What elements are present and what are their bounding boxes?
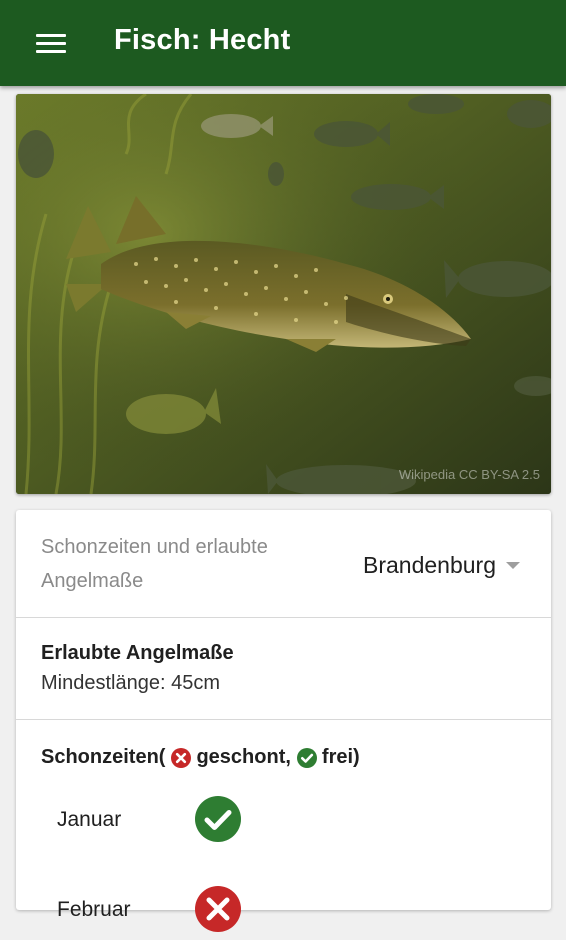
closed-x-icon bbox=[195, 886, 241, 932]
photo-credit: Wikipedia CC BY-SA 2.5 bbox=[398, 467, 540, 482]
regulations-card: Schonzeiten und erlaubte Angelmaße Brand… bbox=[16, 510, 551, 910]
fish-photo: Wikipedia CC BY-SA 2.5 bbox=[16, 94, 551, 494]
app-bar: Fisch: Hecht bbox=[0, 0, 566, 86]
region-value: Brandenburg bbox=[363, 551, 496, 578]
free-label: frei) bbox=[321, 746, 360, 768]
closed-title-prefix: Schonzeiten( bbox=[41, 746, 166, 768]
pike-image bbox=[16, 94, 551, 494]
closed-x-icon bbox=[171, 747, 192, 768]
sizes-title: Erlaubte Angelmaße bbox=[41, 642, 234, 664]
closed-season-title: Schonzeiten( geschont, frei) bbox=[41, 746, 360, 769]
menu-line bbox=[36, 41, 66, 45]
hamburger-menu-icon[interactable] bbox=[26, 22, 76, 64]
free-check-icon bbox=[296, 747, 317, 768]
divider bbox=[16, 719, 551, 720]
min-length: Mindestlänge: 45cm bbox=[41, 672, 220, 694]
month-name: Februar bbox=[57, 898, 131, 921]
menu-line bbox=[36, 33, 66, 37]
free-check-icon bbox=[195, 796, 241, 842]
month-row-februar: Februar bbox=[16, 880, 551, 940]
menu-line bbox=[36, 49, 66, 53]
closed-label: geschont, bbox=[196, 746, 291, 768]
month-row-januar: Januar bbox=[16, 790, 551, 850]
regulations-label: Schonzeiten und erlaubte Angelmaße bbox=[41, 536, 268, 592]
page-title: Fisch: Hecht bbox=[114, 24, 291, 56]
region-dropdown[interactable]: Brandenburg bbox=[363, 548, 533, 582]
region-row: Schonzeiten und erlaubte Angelmaße Brand… bbox=[16, 510, 551, 618]
month-name: Januar bbox=[57, 808, 122, 831]
dropdown-arrow-icon bbox=[506, 561, 520, 569]
